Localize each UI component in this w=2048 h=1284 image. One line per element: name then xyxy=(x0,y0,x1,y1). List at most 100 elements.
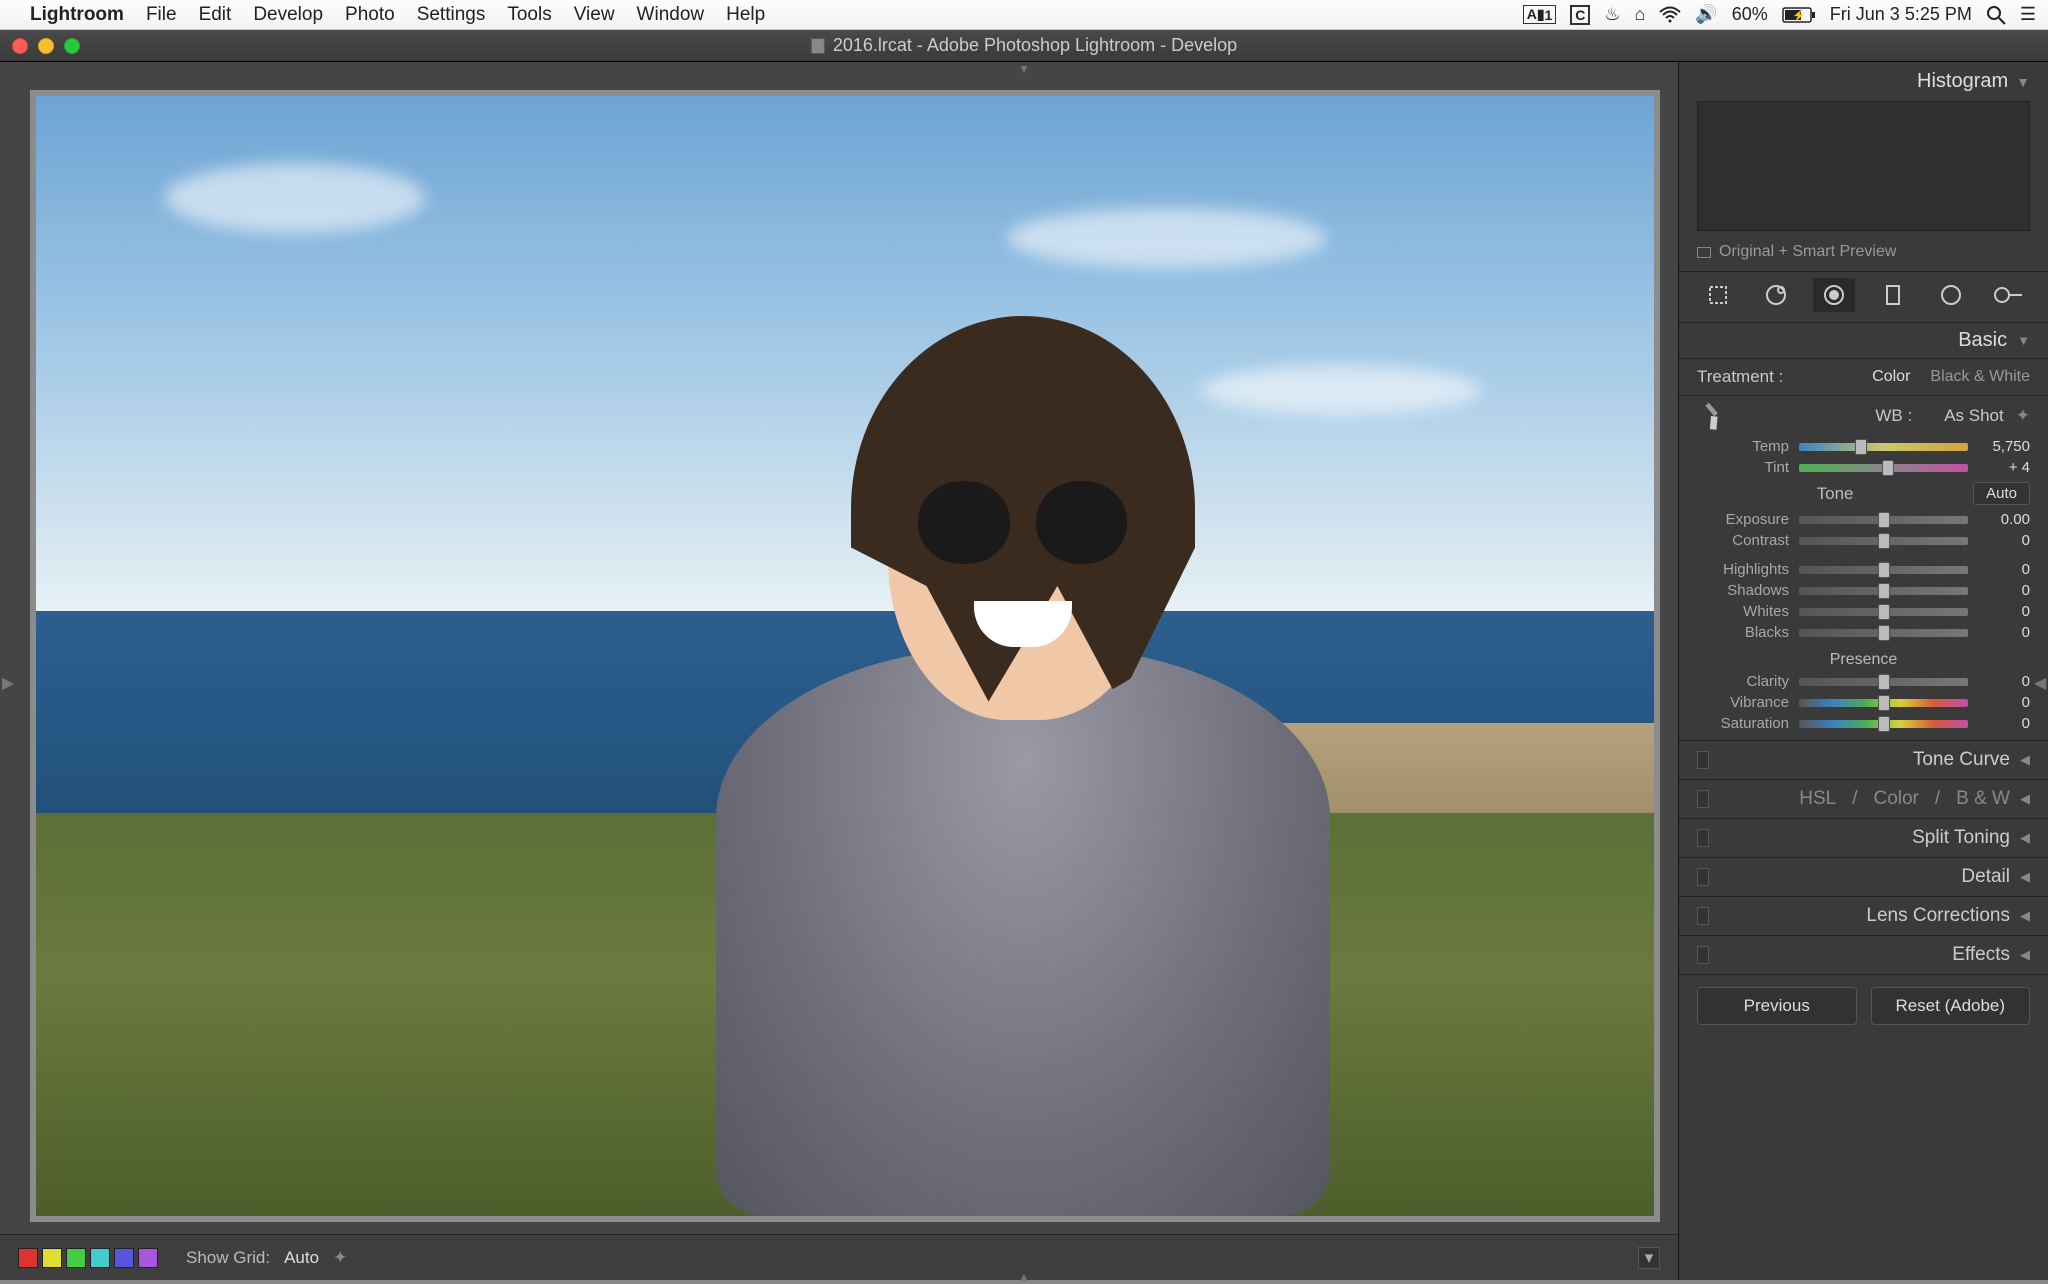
shadows-slider[interactable] xyxy=(1799,587,1968,595)
wifi-icon[interactable] xyxy=(1659,6,1681,24)
color-chip-blue[interactable] xyxy=(114,1248,134,1268)
treatment-bw[interactable]: Black & White xyxy=(1930,368,2030,386)
contrast-value[interactable]: 0 xyxy=(1978,532,2030,549)
clarity-value[interactable]: 0 xyxy=(1978,673,2030,690)
panel-switch-icon[interactable] xyxy=(1697,751,1709,769)
color-chip-purple[interactable] xyxy=(138,1248,158,1268)
exposure-slider[interactable] xyxy=(1799,516,1968,524)
grid-stepper-icon[interactable]: ✦ xyxy=(333,1248,347,1268)
app-window: 2016.lrcat - Adobe Photoshop Lightroom -… xyxy=(0,30,2048,1280)
adjustment-brush-tool[interactable] xyxy=(1988,278,2030,312)
crop-tool[interactable] xyxy=(1697,278,1739,312)
whites-label: Whites xyxy=(1697,603,1789,620)
whites-value[interactable]: 0 xyxy=(1978,603,2030,620)
graduated-filter-tool[interactable] xyxy=(1872,278,1914,312)
tone-curve-panel[interactable]: Tone Curve◀ xyxy=(1679,740,2048,779)
basic-panel-title[interactable]: Basic xyxy=(1958,329,2007,352)
cc-icon[interactable]: C xyxy=(1570,5,1590,25)
preview-indicator-icon xyxy=(1697,247,1711,258)
adobe-cc-icon[interactable]: A▮1 xyxy=(1523,5,1557,24)
radial-filter-tool[interactable] xyxy=(1930,278,1972,312)
wb-eyedropper-icon[interactable] xyxy=(1691,396,1730,435)
treatment-color[interactable]: Color xyxy=(1872,368,1910,386)
shadows-value[interactable]: 0 xyxy=(1978,582,2030,599)
highlights-slider[interactable] xyxy=(1799,566,1968,574)
panel-switch-icon[interactable] xyxy=(1697,829,1709,847)
tint-value[interactable]: + 4 xyxy=(1978,459,2030,476)
image-canvas[interactable] xyxy=(30,90,1660,1222)
menu-edit[interactable]: Edit xyxy=(199,4,232,26)
saturation-label: Saturation xyxy=(1697,715,1789,732)
temp-value[interactable]: 5,750 xyxy=(1978,438,2030,455)
menu-extras-icon[interactable]: ☰ xyxy=(2020,4,2036,25)
detail-panel[interactable]: Detail◀ xyxy=(1679,857,2048,896)
redeye-tool[interactable] xyxy=(1813,278,1855,312)
top-panel-handle[interactable]: ▼ xyxy=(1004,62,1044,72)
split-toning-panel[interactable]: Split Toning◀ xyxy=(1679,818,2048,857)
vibrance-value[interactable]: 0 xyxy=(1978,694,2030,711)
svg-text:⚡: ⚡ xyxy=(1792,9,1806,22)
app-name[interactable]: Lightroom xyxy=(30,4,124,26)
color-chip-teal[interactable] xyxy=(90,1248,110,1268)
color-chip-green[interactable] xyxy=(66,1248,86,1268)
contrast-label: Contrast xyxy=(1697,532,1789,549)
airplay-icon[interactable]: ⌂ xyxy=(1634,4,1645,25)
spot-removal-tool[interactable] xyxy=(1755,278,1797,312)
bottom-panel-handle[interactable]: ▲ xyxy=(1004,1270,1044,1280)
lens-corrections-panel[interactable]: Lens Corrections◀ xyxy=(1679,896,2048,935)
battery-icon[interactable]: ⚡ xyxy=(1782,7,1816,23)
wb-value[interactable]: As Shot xyxy=(1944,406,2004,426)
menu-tools[interactable]: Tools xyxy=(507,4,551,26)
histogram-title[interactable]: Histogram xyxy=(1917,70,2008,93)
toolbar-dropdown[interactable]: ▾ xyxy=(1638,1247,1660,1269)
vibrance-slider[interactable] xyxy=(1799,699,1968,707)
window-zoom-button[interactable] xyxy=(64,38,80,54)
battery-percent: 60% xyxy=(1732,4,1768,25)
menu-help[interactable]: Help xyxy=(726,4,765,26)
show-grid-value[interactable]: Auto xyxy=(284,1248,319,1268)
spotlight-icon[interactable] xyxy=(1986,5,2006,25)
temp-slider[interactable] xyxy=(1799,443,1968,451)
right-panel: Histogram ▼ Original + Smart Preview Bas… xyxy=(1678,62,2048,1280)
color-chip-yellow[interactable] xyxy=(42,1248,62,1268)
menu-file[interactable]: File xyxy=(146,4,177,26)
menu-photo[interactable]: Photo xyxy=(345,4,395,26)
tint-slider[interactable] xyxy=(1799,464,1968,472)
menu-settings[interactable]: Settings xyxy=(417,4,486,26)
panel-switch-icon[interactable] xyxy=(1697,946,1709,964)
menu-develop[interactable]: Develop xyxy=(253,4,323,26)
panel-switch-icon[interactable] xyxy=(1697,868,1709,886)
menu-view[interactable]: View xyxy=(574,4,615,26)
datetime[interactable]: Fri Jun 3 5:25 PM xyxy=(1830,4,1972,25)
basic-collapse-icon[interactable]: ▼ xyxy=(2017,333,2030,348)
exposure-value[interactable]: 0.00 xyxy=(1978,511,2030,528)
saturation-value[interactable]: 0 xyxy=(1978,715,2030,732)
menu-window[interactable]: Window xyxy=(637,4,705,26)
effects-panel[interactable]: Effects◀ xyxy=(1679,935,2048,974)
wb-dropdown-icon[interactable]: ✦ xyxy=(2016,406,2030,426)
reset-button[interactable]: Reset (Adobe) xyxy=(1871,987,2031,1025)
previous-button[interactable]: Previous xyxy=(1697,987,1857,1025)
backblaze-icon[interactable]: ♨ xyxy=(1604,4,1620,25)
right-panel-handle[interactable]: ◀ xyxy=(2034,671,2046,695)
tone-subhead: Tone xyxy=(1697,484,1973,504)
whites-slider[interactable] xyxy=(1799,608,1968,616)
panel-switch-icon[interactable] xyxy=(1697,907,1709,925)
clarity-slider[interactable] xyxy=(1799,678,1968,686)
blacks-slider[interactable] xyxy=(1799,629,1968,637)
auto-tone-button[interactable]: Auto xyxy=(1973,482,2030,505)
window-minimize-button[interactable] xyxy=(38,38,54,54)
left-panel-handle[interactable]: ▶ xyxy=(2,671,14,695)
volume-icon[interactable]: 🔊 xyxy=(1695,4,1717,25)
panel-switch-icon[interactable] xyxy=(1697,790,1709,808)
histogram-display[interactable] xyxy=(1697,101,2030,231)
saturation-slider[interactable] xyxy=(1799,720,1968,728)
blacks-value[interactable]: 0 xyxy=(1978,624,2030,641)
window-close-button[interactable] xyxy=(12,38,28,54)
contrast-slider[interactable] xyxy=(1799,537,1968,545)
highlights-value[interactable]: 0 xyxy=(1978,561,2030,578)
histogram-collapse-icon[interactable]: ▼ xyxy=(2016,74,2030,90)
hsl-panel[interactable]: HSL/Color/B & W◀ xyxy=(1679,779,2048,818)
color-chip-red[interactable] xyxy=(18,1248,38,1268)
shadows-label: Shadows xyxy=(1697,582,1789,599)
